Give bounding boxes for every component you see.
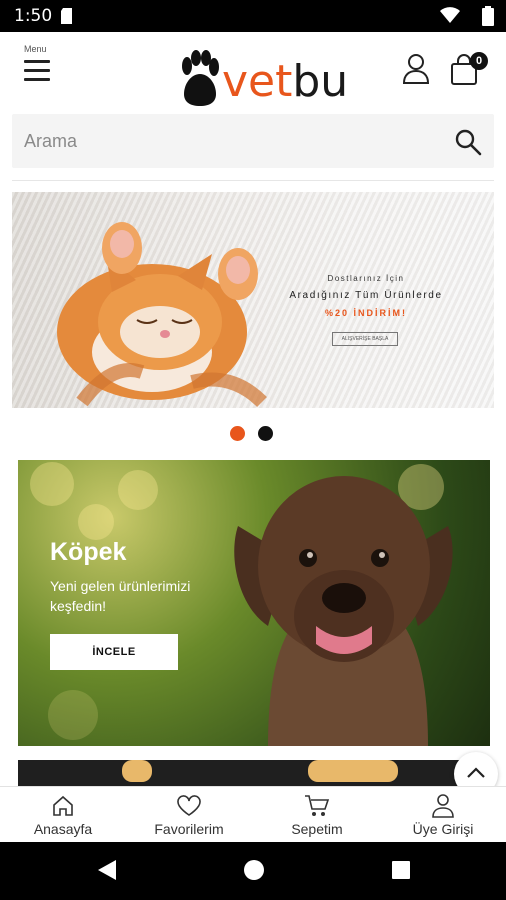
search-input[interactable]	[12, 114, 442, 168]
bottom-tab-bar: Anasayfa Favorilerim Sepetim Üye Girişi	[0, 786, 506, 842]
sd-card-icon	[60, 8, 74, 29]
tab-favorites[interactable]: Favorilerim	[126, 793, 252, 841]
search-icon[interactable]	[454, 128, 482, 161]
kitten-image	[57, 222, 267, 408]
promo-subtitle: Yeni gelen ürünlerimizi keşfedin!	[50, 578, 191, 614]
menu-button[interactable]: Menu	[22, 44, 56, 84]
account-button[interactable]	[402, 54, 430, 84]
recents-icon[interactable]	[390, 858, 412, 882]
battery-icon	[482, 6, 494, 31]
slider-pagination	[230, 426, 280, 442]
heart-icon	[177, 795, 201, 816]
logo-text: vetbu	[222, 56, 348, 107]
hero-line-1: Dostlarınız İçin	[327, 274, 405, 283]
bokeh-light	[78, 504, 114, 540]
system-nav-bar	[0, 842, 506, 900]
hero-shop-button[interactable]: ALIŞVERİŞE BAŞLA	[332, 332, 398, 346]
slider-dot-active[interactable]	[230, 426, 245, 441]
bokeh-light	[48, 690, 98, 740]
user-icon	[402, 54, 430, 84]
tab-cart-label: Sepetim	[291, 821, 343, 837]
paw-icon	[182, 50, 219, 106]
promo-inspect-button[interactable]: İNCELE	[50, 634, 178, 670]
logo-text-vet: vet	[222, 56, 293, 107]
bokeh-light	[118, 470, 158, 510]
chevron-up-icon	[467, 767, 485, 778]
menu-label: Menu	[24, 44, 47, 54]
tab-home-label: Anasayfa	[33, 821, 93, 837]
hero-line-2: Aradığınız Tüm Ürünlerde	[289, 290, 443, 301]
status-bar: 1:50	[0, 0, 506, 32]
home-nav-icon[interactable]	[243, 858, 265, 882]
divider	[12, 180, 494, 181]
bone-image	[308, 760, 398, 782]
hero-slide[interactable]: Dostlarınız İçin Aradığınız Tüm Ürünlerd…	[12, 192, 494, 408]
search-bar	[12, 114, 494, 168]
wifi-icon	[440, 7, 460, 28]
tab-favorites-label: Favorilerim	[154, 821, 224, 837]
back-icon[interactable]	[96, 858, 118, 882]
tab-login[interactable]: Üye Girişi	[380, 793, 506, 841]
user-icon	[432, 794, 454, 818]
tab-login-label: Üye Girişi	[412, 821, 474, 837]
cart-button[interactable]: 0	[450, 52, 490, 88]
status-time: 1:50	[14, 6, 53, 26]
hero-discount: %20 İNDİRİM!	[324, 308, 407, 318]
promo-title: Köpek	[50, 538, 127, 566]
cart-icon	[305, 795, 330, 816]
hamburger-icon	[24, 60, 50, 87]
tab-cart[interactable]: Sepetim	[254, 793, 380, 841]
cart-count-badge: 0	[470, 52, 488, 70]
logo-text-bu: bu	[292, 56, 349, 107]
logo[interactable]: vetbu	[180, 50, 348, 112]
bokeh-light	[30, 462, 74, 506]
tab-home[interactable]: Anasayfa	[0, 793, 126, 841]
home-icon	[53, 795, 73, 816]
app-screen: Menu vetbu 0 Arama Dostlarınız İçin Arad…	[0, 32, 506, 842]
dog-promo-banner[interactable]: Köpek Yeni gelen ürünlerimizi keşfedin! …	[18, 460, 490, 746]
bone-image	[122, 760, 152, 782]
header: Menu vetbu 0	[0, 32, 506, 112]
puppy-image	[234, 476, 453, 746]
slider-dot[interactable]	[258, 426, 273, 441]
